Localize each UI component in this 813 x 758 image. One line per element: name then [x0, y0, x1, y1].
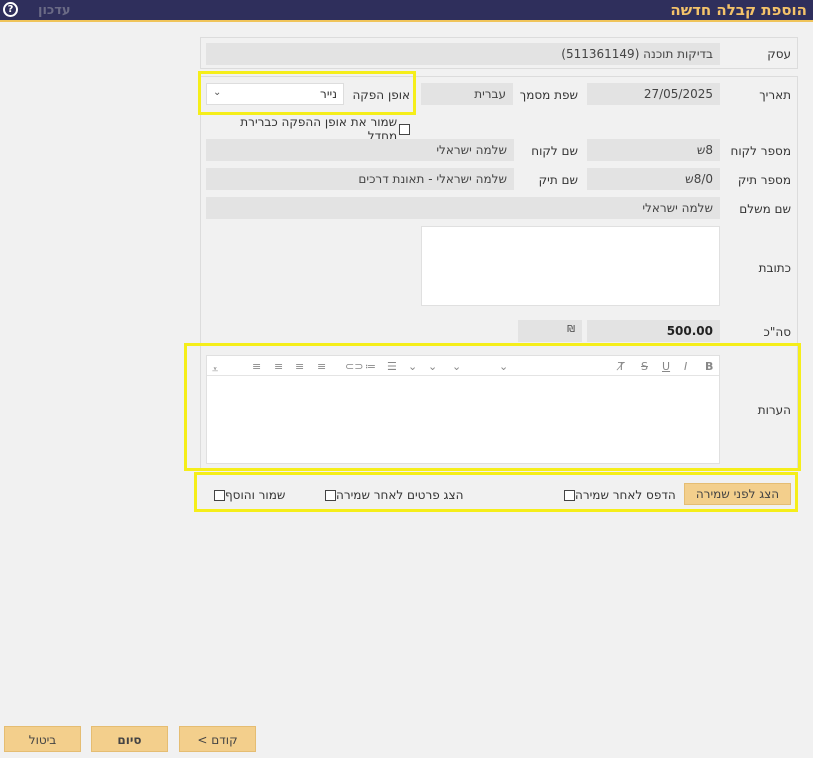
delivery-method-label: אופן הפקה [352, 88, 410, 102]
checkbox-box[interactable] [399, 123, 410, 135]
checkbox-box[interactable] [214, 489, 225, 501]
refresh-link[interactable]: עדכון [38, 3, 71, 18]
more-icon[interactable]: ⌄ [408, 360, 417, 373]
clear-format-icon[interactable]: T̸ [618, 360, 625, 373]
align-right-icon[interactable]: ≡ [317, 360, 326, 373]
address-label: כתובת [758, 261, 791, 275]
currency-field[interactable]: ₪ [518, 320, 582, 342]
font-family-select[interactable]: ⌄ [499, 360, 607, 373]
align-center-icon[interactable]: ≡ [295, 360, 304, 373]
print-after-save-checkbox[interactable]: הדפס לאחר שמירה [562, 488, 676, 502]
text-direction-icon[interactable]: ⩡ [212, 363, 218, 377]
save-and-add-checkbox[interactable]: שמור והוסף [212, 488, 285, 502]
bold-icon[interactable]: B [705, 360, 713, 373]
checkbox-box[interactable] [325, 489, 336, 501]
customer-number-field[interactable]: 8ש [587, 139, 720, 161]
payer-name-field[interactable]: שלמה ישראלי [206, 197, 720, 219]
address-textarea[interactable] [421, 226, 720, 306]
notes-editor[interactable]: B I U S T̸ ⌄ ⌄ ⌄ ⌄ ☰ ≔ ⊂⊃ ≡ ≡ ≡ ≡ ⩡ [206, 355, 720, 464]
help-icon[interactable]: ? [3, 2, 18, 17]
print-after-save-label: הדפס לאחר שמירה [575, 488, 676, 502]
business-label: עסק [767, 47, 791, 61]
total-value: 500.00 [666, 324, 713, 338]
previous-button[interactable]: < קודם [179, 726, 256, 752]
file-name-label: שם תיק [538, 173, 578, 187]
total-label: סה"כ [763, 325, 792, 339]
doc-language-field[interactable]: עברית [421, 83, 513, 105]
show-details-after-save-checkbox[interactable]: הצג פרטים לאחר שמירה [323, 488, 463, 502]
preview-before-save-button[interactable]: הצג לפני שמירה [684, 483, 791, 505]
currency-symbol: ₪ [567, 324, 575, 335]
bullet-list-icon[interactable]: ☰ [387, 360, 397, 373]
italic-icon[interactable]: I [684, 360, 687, 373]
customer-name-field[interactable]: שלמה ישראלי [206, 139, 514, 161]
delivery-method-value: נייר [320, 87, 337, 101]
editor-toolbar: B I U S T̸ ⌄ ⌄ ⌄ ⌄ ☰ ≔ ⊂⊃ ≡ ≡ ≡ ≡ ⩡ [207, 356, 719, 376]
chevron-down-icon: ⌄ [213, 87, 222, 98]
file-number-field[interactable]: 8/0ש [587, 168, 720, 190]
heading-select[interactable]: ⌄ [428, 360, 437, 373]
font-size-select[interactable]: ⌄ [452, 360, 461, 373]
underline-icon[interactable]: U [662, 360, 670, 373]
link-icon[interactable]: ⊂⊃ [345, 360, 363, 373]
title-bar: הוספת קבלה חדשה עדכון ? [0, 0, 813, 22]
checkbox-box[interactable] [564, 489, 575, 501]
payer-name-label: שם משלם [739, 202, 791, 216]
file-name-field[interactable]: שלמה ישראלי - תאונת דרכים [206, 168, 514, 190]
file-number-label: מספר תיק [737, 173, 791, 187]
cancel-button[interactable]: ביטול [4, 726, 81, 752]
customer-number-label: מספר לקוח [730, 144, 791, 158]
date-field[interactable]: 27/05/2025 [587, 83, 720, 105]
align-left-icon[interactable]: ≡ [274, 360, 283, 373]
finish-button[interactable]: סיום [91, 726, 168, 752]
notes-label: הערות [757, 403, 791, 417]
strikethrough-icon[interactable]: S [641, 360, 648, 373]
doc-language-label: שפת מסמך [519, 88, 578, 102]
page-title: הוספת קבלה חדשה [670, 1, 807, 19]
date-label: תאריך [759, 88, 791, 102]
numbered-list-icon[interactable]: ≔ [365, 360, 376, 373]
show-details-after-save-label: הצג פרטים לאחר שמירה [336, 488, 464, 502]
save-and-add-label: שמור והוסף [225, 488, 286, 502]
total-field[interactable]: 500.00 [587, 320, 720, 342]
align-justify-icon[interactable]: ≡ [252, 360, 261, 373]
business-field[interactable]: בדיקות תוכנה (511361149) [206, 43, 720, 65]
delivery-method-select[interactable]: נייר ⌄ [206, 83, 344, 105]
customer-name-label: שם לקוח [531, 144, 578, 158]
